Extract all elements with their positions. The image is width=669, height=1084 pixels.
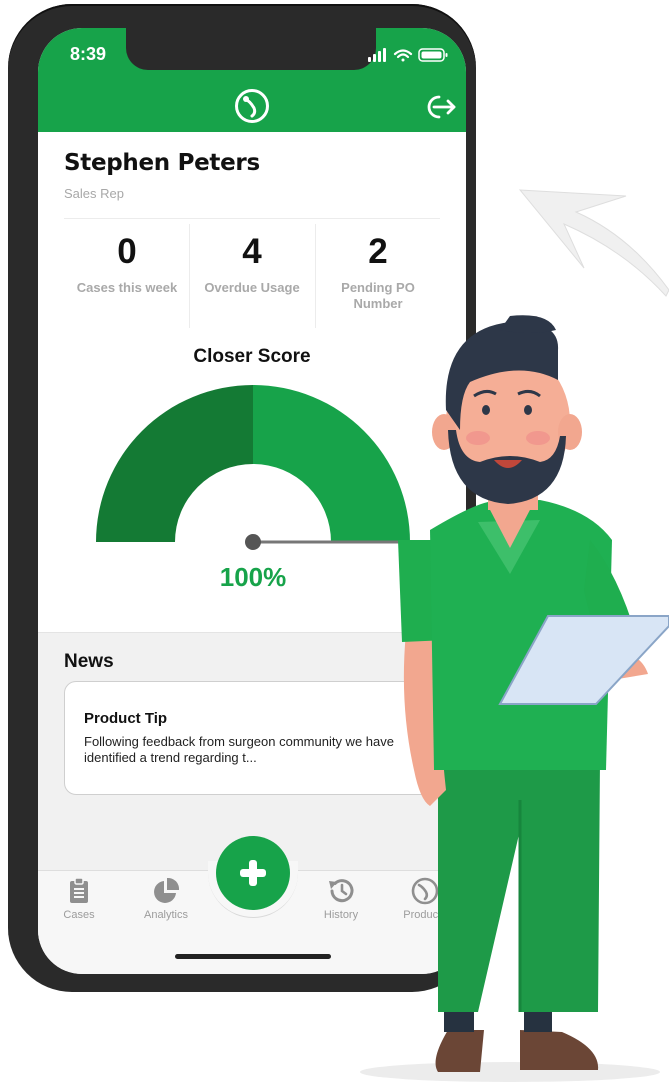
app-logo-icon	[235, 89, 269, 123]
stat-value: 4	[242, 232, 262, 271]
news-card-title: Product Tip	[84, 710, 168, 727]
stat-label: Pending PO Number	[341, 280, 415, 311]
status-time: 8:39	[70, 44, 107, 64]
stat-label: Cases this week	[76, 280, 178, 295]
profile-card: Stephen Peters Sales Rep 0 Cases this we…	[38, 132, 466, 632]
arrow-decoration	[518, 189, 669, 297]
closer-score-gauge: 100%	[96, 385, 410, 592]
home-indicator	[175, 954, 331, 959]
right-shoe	[520, 1030, 599, 1070]
tab-cases[interactable]: Cases	[44, 877, 114, 933]
closer-score-value: 100%	[220, 562, 287, 592]
stat-overdue-usage[interactable]: 4 Overdue Usage	[189, 224, 315, 328]
phone-screen: 8:39 Stephen Peters Sales Rep 0 Cases th…	[38, 28, 466, 974]
tab-label: History	[323, 909, 359, 921]
stat-label: Overdue Usage	[204, 280, 300, 295]
wifi-icon	[393, 49, 413, 62]
stat-value: 2	[368, 232, 388, 271]
gauge-right-arc	[253, 385, 410, 542]
clipboard-icon	[70, 877, 88, 903]
battery-icon	[418, 48, 448, 62]
phone-frame: 8:39 Stephen Peters Sales Rep 0 Cases th…	[8, 4, 476, 992]
signal-icon	[368, 48, 386, 62]
tab-label: Analytics	[143, 909, 189, 921]
tab-label: Cases	[63, 909, 95, 921]
pie-chart-icon	[154, 877, 180, 903]
logout-button[interactable]	[423, 92, 457, 122]
news-card[interactable]: Product Tip Following feedback from surg…	[64, 681, 444, 795]
tab-analytics[interactable]: Analytics	[131, 877, 201, 933]
profile-name: Stephen Peters	[64, 150, 260, 176]
plus-icon	[240, 860, 266, 886]
tab-label: Products	[403, 909, 447, 921]
tab-products[interactable]: Products	[390, 877, 460, 933]
figure-shadow	[360, 1062, 660, 1082]
history-icon	[329, 879, 354, 903]
left-shoe	[435, 1030, 484, 1072]
product-logo-icon	[411, 877, 439, 905]
stat-value: 0	[117, 232, 137, 271]
divider	[64, 218, 440, 219]
phone-notch	[126, 28, 376, 70]
news-heading: News	[64, 651, 114, 672]
closer-score-title: Closer Score	[193, 346, 311, 367]
stat-pending-po-number[interactable]: 2 Pending PO Number	[315, 224, 441, 328]
gauge-pivot	[245, 534, 261, 550]
app-screen: 8:39 Stephen Peters Sales Rep 0 Cases th…	[0, 0, 669, 1084]
news-card-body: Following feedback from surgeon communit…	[84, 734, 394, 765]
gauge-left-arc	[96, 385, 253, 542]
tab-history[interactable]: History	[306, 877, 376, 933]
profile-role: Sales Rep	[64, 186, 124, 201]
add-case-button[interactable]	[216, 836, 290, 910]
status-icons	[368, 48, 448, 62]
app-header: 8:39	[38, 28, 466, 132]
stat-cases-this-week[interactable]: 0 Cases this week	[64, 224, 190, 328]
tablet-prop	[498, 615, 669, 705]
